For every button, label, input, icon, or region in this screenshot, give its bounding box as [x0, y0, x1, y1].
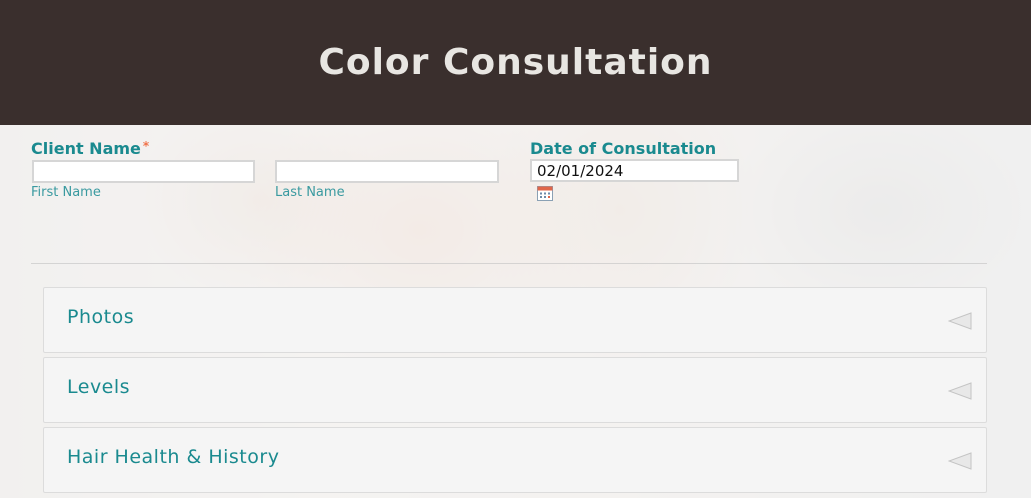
form-divider	[31, 263, 987, 264]
collapse-triangle-icon[interactable]	[948, 382, 972, 400]
form-header: Color Consultation	[0, 0, 1031, 125]
collapse-triangle-icon[interactable]	[948, 312, 972, 330]
date-of-consultation-input[interactable]	[530, 159, 739, 182]
last-name-input[interactable]	[275, 160, 499, 183]
first-name-sublabel: First Name	[31, 185, 101, 200]
collapse-triangle-icon[interactable]	[948, 452, 972, 470]
section-hair-health-history-title: Hair Health & History	[67, 446, 280, 468]
date-of-consultation-label: Date of Consultation	[530, 139, 717, 158]
section-levels[interactable]: Levels	[43, 357, 987, 423]
required-mark: *	[142, 139, 150, 153]
form-title: Color Consultation	[318, 42, 713, 83]
page: Color Consultation Client Name * First Na…	[0, 0, 1031, 498]
first-name-input[interactable]	[32, 160, 255, 183]
calendar-icon[interactable]	[537, 185, 553, 201]
section-photos[interactable]: Photos	[43, 287, 987, 353]
client-name-label-text: Client Name	[31, 139, 141, 158]
section-levels-title: Levels	[67, 376, 131, 398]
section-photos-title: Photos	[67, 306, 135, 328]
section-hair-health-history[interactable]: Hair Health & History	[43, 427, 987, 493]
last-name-sublabel: Last Name	[275, 185, 345, 200]
client-name-label: Client Name *	[31, 139, 149, 158]
